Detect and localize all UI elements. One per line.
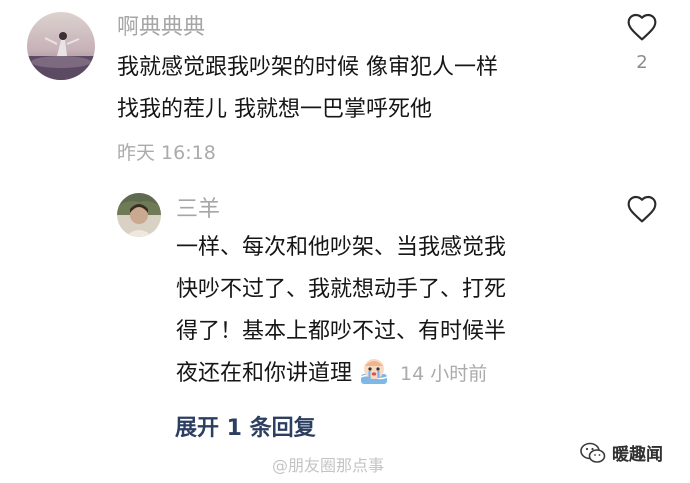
reply-username[interactable]: 三羊	[176, 195, 220, 225]
wechat-icon	[580, 442, 606, 463]
reply-text-line-content: 夜还在和你讲道理	[176, 361, 353, 386]
comment-thread: 啊典典典 我就感觉跟我吵架的时候 像审犯人一样 找我的茬儿 我就想一巴掌呼死他 …	[0, 0, 690, 483]
comment-text: 我就感觉跟我吵架的时候 像审犯人一样 找我的茬儿 我就想一巴掌呼死他	[117, 47, 498, 131]
reply-text-line: 夜还在和你讲道理 14 小时前	[176, 353, 506, 395]
weibo-watermark: @朋友圈那点事	[272, 456, 385, 475]
avatar-image	[117, 193, 161, 237]
crying-emoji-icon	[359, 356, 389, 386]
heart-icon	[627, 13, 657, 41]
reply-text-line: 快吵不过了、我就想动手了、打死	[176, 277, 507, 302]
comment-text-line: 找我的茬儿 我就想一巴掌呼死他	[117, 97, 432, 122]
reply-text-line: 一样、每次和他吵架、当我感觉我	[176, 235, 507, 260]
avatar-image	[27, 12, 95, 80]
comment-timestamp: 昨天 16:18	[117, 142, 216, 164]
expand-replies-link[interactable]: 展开 1 条回复	[175, 414, 316, 444]
avatar[interactable]	[27, 12, 95, 80]
reply-avatar[interactable]	[117, 193, 161, 237]
brand-watermark: 暖趣闻	[580, 440, 663, 465]
comment-text-line: 我就感觉跟我吵架的时候 像审犯人一样	[117, 55, 498, 80]
reply-like-button[interactable]	[622, 194, 662, 224]
reply-timestamp: 14 小时前	[400, 363, 488, 385]
comment-username[interactable]: 啊典典典	[117, 13, 205, 43]
reply-text: 一样、每次和他吵架、当我感觉我 快吵不过了、我就想动手了、打死 得了！基本上都吵…	[176, 227, 506, 395]
reply-text-line: 得了！基本上都吵不过、有时候半	[176, 319, 507, 344]
like-button[interactable]: 2	[622, 12, 662, 74]
brand-watermark-text: 暖趣闻	[612, 445, 663, 465]
like-count: 2	[636, 52, 648, 73]
heart-icon	[627, 195, 657, 223]
